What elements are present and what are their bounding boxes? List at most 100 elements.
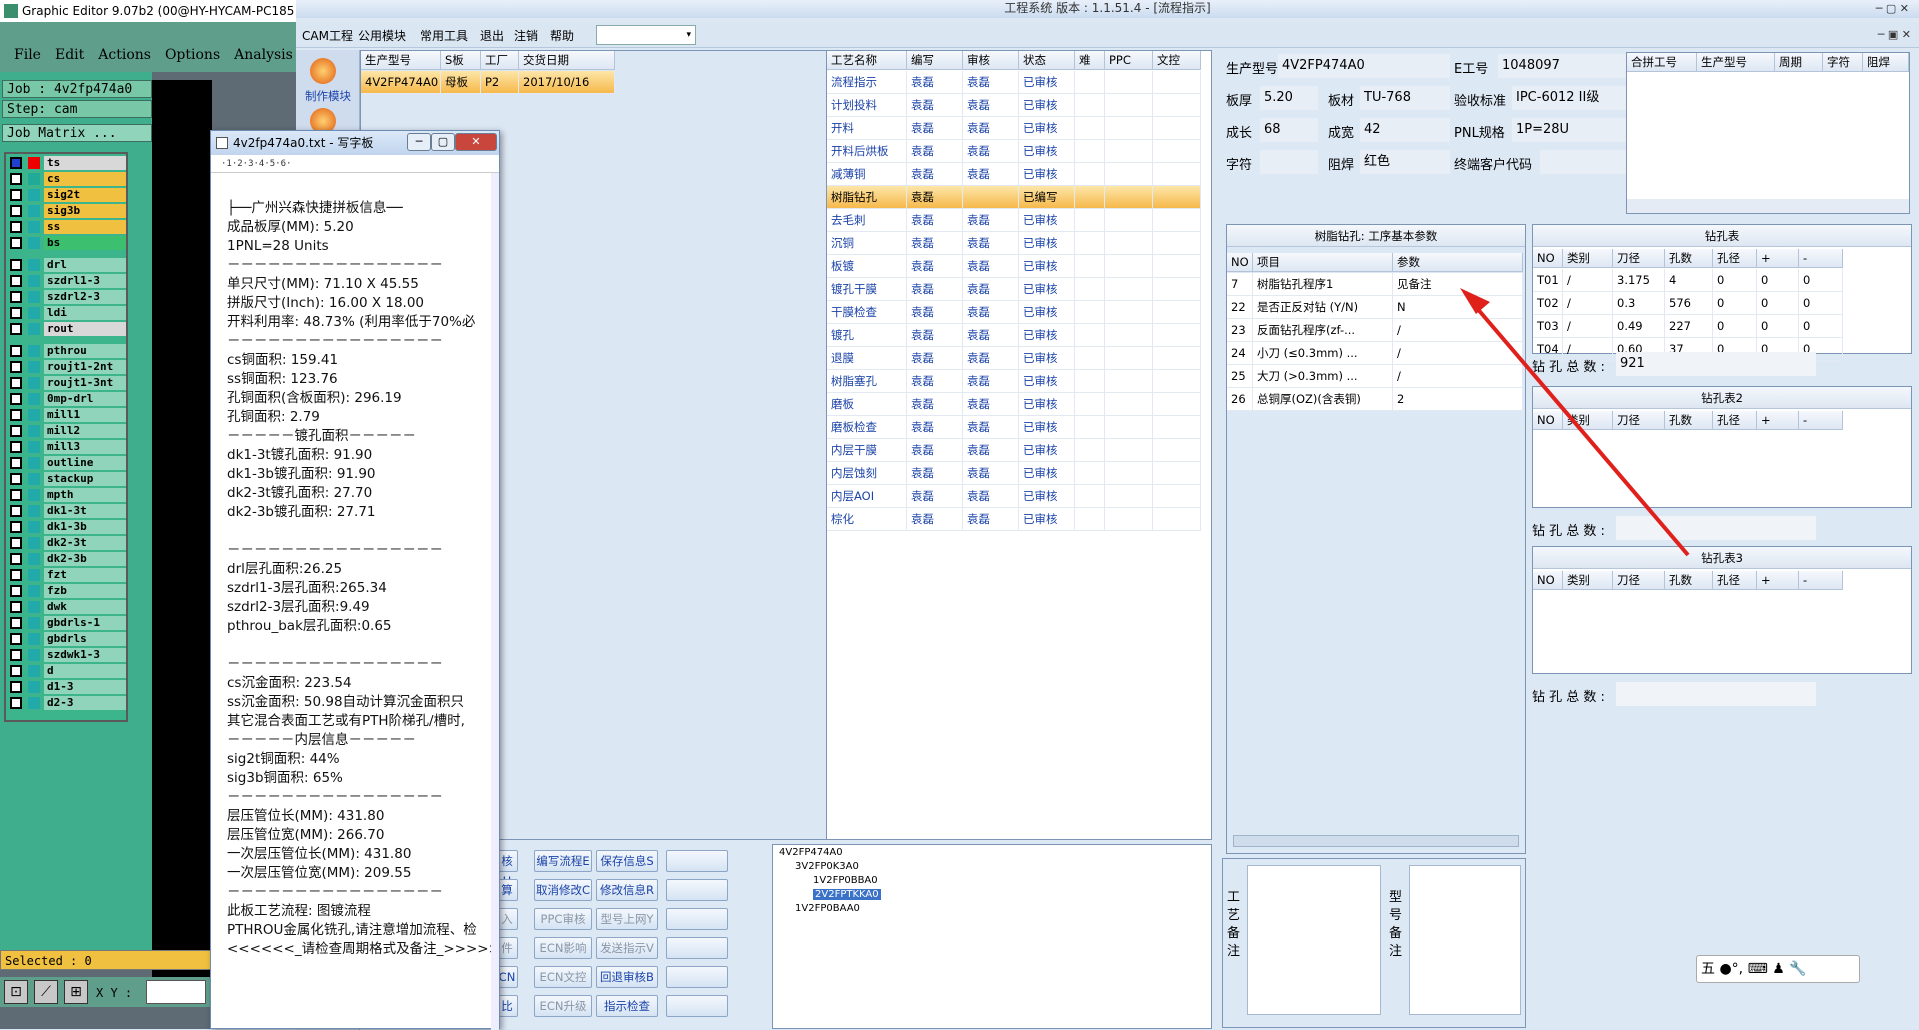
layer-checkbox[interactable]	[10, 425, 22, 437]
layer-checkbox[interactable]	[10, 361, 22, 373]
layer-row[interactable]: pthrou	[8, 344, 126, 358]
layer-row[interactable]: sig3b	[8, 204, 126, 218]
layer-name[interactable]: roujt1-3nt	[44, 376, 126, 390]
document-text[interactable]: ├──广州兴森快捷拼板信息── 成品板厚(MM): 5.20 1PNL=28 Uni…	[227, 199, 499, 959]
layer-row[interactable]: gbdrls	[8, 632, 126, 646]
menu-file[interactable]: File	[14, 38, 41, 72]
layer-name[interactable]: fzb	[44, 584, 126, 598]
layer-checkbox[interactable]	[10, 569, 22, 581]
xy-field[interactable]	[146, 980, 206, 1004]
layer-name[interactable]: fzt	[44, 568, 126, 582]
layer-checkbox[interactable]	[10, 307, 22, 319]
layer-row[interactable]: drl	[8, 258, 126, 272]
layer-checkbox[interactable]	[10, 553, 22, 565]
layer-checkbox[interactable]	[10, 489, 22, 501]
layer-name[interactable]: szdrl2-3	[44, 290, 126, 304]
layer-name[interactable]: bs	[44, 236, 126, 250]
layer-checkbox[interactable]	[10, 441, 22, 453]
maximize-icon[interactable]: ▢	[431, 133, 455, 151]
layer-name[interactable]: pthrou	[44, 344, 126, 358]
layer-checkbox[interactable]	[10, 173, 22, 185]
layer-checkbox[interactable]	[10, 221, 22, 233]
grid-tool-icon[interactable]: ⊞	[64, 980, 88, 1004]
zoom-tool-icon[interactable]: ⊡	[4, 980, 28, 1004]
layer-row[interactable]: dwk	[8, 600, 126, 614]
layer-name[interactable]: drl	[44, 258, 126, 272]
layer-name[interactable]: roujt1-2nt	[44, 360, 126, 374]
layer-row[interactable]: roujt1-3nt	[8, 376, 126, 390]
layer-row[interactable]: stackup	[8, 472, 126, 486]
menu-actions[interactable]: Actions	[98, 38, 151, 72]
layer-row[interactable]: dk2-3t	[8, 536, 126, 550]
layer-name[interactable]: szdrl1-3	[44, 274, 126, 288]
layer-name[interactable]: gbdrls-1	[44, 616, 126, 630]
layer-checkbox[interactable]	[10, 157, 22, 169]
layer-checkbox[interactable]	[10, 205, 22, 217]
layer-checkbox[interactable]	[10, 377, 22, 389]
measure-tool-icon[interactable]: ⟋	[34, 980, 58, 1004]
layer-name[interactable]: sig3b	[44, 204, 126, 218]
menu-options[interactable]: Options	[165, 38, 220, 72]
layer-name[interactable]: gbdrls	[44, 632, 126, 646]
layer-checkbox[interactable]	[10, 291, 22, 303]
layer-checkbox[interactable]	[10, 697, 22, 709]
wordpad-scrollbar[interactable]	[491, 173, 499, 1030]
layer-row[interactable]: szdrl2-3	[8, 290, 126, 304]
layer-name[interactable]: mill2	[44, 424, 126, 438]
layer-checkbox[interactable]	[10, 505, 22, 517]
layer-name[interactable]: rout	[44, 322, 126, 336]
layer-name[interactable]: sig2t	[44, 188, 126, 202]
layer-checkbox[interactable]	[10, 275, 22, 287]
layer-name[interactable]: outline	[44, 456, 126, 470]
layer-row[interactable]: szdwk1-3	[8, 648, 126, 662]
layer-name[interactable]: ss	[44, 220, 126, 234]
layer-row[interactable]: bs	[8, 236, 126, 250]
layer-row[interactable]: ss	[8, 220, 126, 234]
close-icon[interactable]: ✕	[455, 133, 497, 151]
layer-row[interactable]: ldi	[8, 306, 126, 320]
layer-row[interactable]: outline	[8, 456, 126, 470]
layer-name[interactable]: dk2-3b	[44, 552, 126, 566]
layer-row[interactable]: mill3	[8, 440, 126, 454]
layer-name[interactable]: d2-3	[44, 696, 126, 710]
menu-analysis[interactable]: Analysis	[234, 38, 293, 72]
layer-name[interactable]: d	[44, 664, 126, 678]
layer-checkbox[interactable]	[10, 473, 22, 485]
layer-row[interactable]: gbdrls-1	[8, 616, 126, 630]
layer-checkbox[interactable]	[10, 681, 22, 693]
layer-checkbox[interactable]	[10, 323, 22, 335]
layer-checkbox[interactable]	[10, 665, 22, 677]
layer-checkbox[interactable]	[10, 393, 22, 405]
layer-name[interactable]: mill1	[44, 408, 126, 422]
layer-checkbox[interactable]	[10, 537, 22, 549]
layer-row[interactable]: dk1-3t	[8, 504, 126, 518]
layer-checkbox[interactable]	[10, 345, 22, 357]
layer-name[interactable]: dk2-3t	[44, 536, 126, 550]
layer-row[interactable]: cs	[8, 172, 126, 186]
layer-row[interactable]: 0mp-drl	[8, 392, 126, 406]
layer-checkbox[interactable]	[10, 259, 22, 271]
layer-row[interactable]: szdrl1-3	[8, 274, 126, 288]
layer-row[interactable]: ts	[8, 156, 126, 170]
layer-row[interactable]: rout	[8, 322, 126, 336]
layer-checkbox[interactable]	[10, 409, 22, 421]
layer-row[interactable]: d	[8, 664, 126, 678]
minimize-icon[interactable]: ─	[407, 133, 431, 151]
layer-name[interactable]: dwk	[44, 600, 126, 614]
layer-row[interactable]: d1-3	[8, 680, 126, 694]
menu-edit[interactable]: Edit	[55, 38, 84, 72]
layer-name[interactable]: dk1-3b	[44, 520, 126, 534]
layer-checkbox[interactable]	[10, 649, 22, 661]
layer-name[interactable]: mpth	[44, 488, 126, 502]
job-matrix-button[interactable]: Job Matrix ...	[2, 124, 152, 142]
layer-checkbox[interactable]	[10, 237, 22, 249]
layer-row[interactable]: dk2-3b	[8, 552, 126, 566]
layer-row[interactable]: mpth	[8, 488, 126, 502]
layer-row[interactable]: mill1	[8, 408, 126, 422]
layer-checkbox[interactable]	[10, 601, 22, 613]
layer-name[interactable]: ts	[44, 156, 126, 170]
layer-checkbox[interactable]	[10, 189, 22, 201]
layer-checkbox[interactable]	[10, 585, 22, 597]
layer-name[interactable]: dk1-3t	[44, 504, 126, 518]
layer-name[interactable]: 0mp-drl	[44, 392, 126, 406]
